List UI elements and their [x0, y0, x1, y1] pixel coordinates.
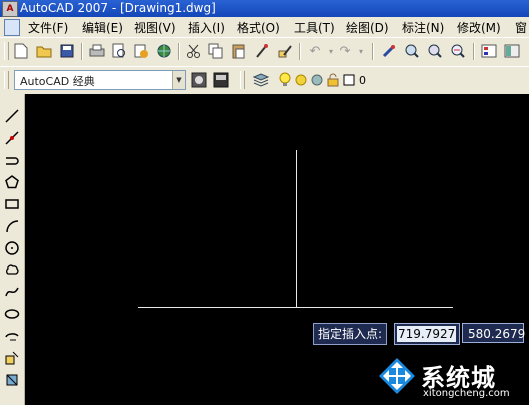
plot-preview-icon[interactable]	[110, 42, 128, 60]
dynamic-input-y-field[interactable]: 580.2679	[462, 323, 525, 343]
autocad-app-icon[interactable]: A	[2, 1, 18, 17]
menu-edit[interactable]: 编辑(E)	[82, 19, 123, 36]
open-folder-icon[interactable]	[35, 42, 53, 60]
window-title: AutoCAD 2007 - [Drawing1.dwg]	[20, 1, 216, 15]
design-center-icon[interactable]	[503, 42, 521, 60]
construction-line-icon[interactable]	[3, 129, 21, 147]
menu-dimension[interactable]: 标注(N)	[402, 19, 444, 36]
line-icon[interactable]	[3, 107, 21, 125]
layer-manager-icon[interactable]	[252, 71, 270, 89]
layer-name[interactable]: 0	[359, 74, 366, 87]
circle-icon[interactable]	[3, 239, 21, 257]
workspace-settings-icon[interactable]	[190, 71, 208, 89]
make-block-icon[interactable]	[3, 371, 21, 389]
save-icon[interactable]	[58, 42, 76, 60]
zoom-realtime-icon[interactable]	[403, 42, 421, 60]
insert-block-icon[interactable]	[3, 349, 21, 367]
menu-modify[interactable]: 修改(M)	[457, 19, 501, 36]
standard-toolbar: ↶ ▾ ↷ ▾	[0, 37, 529, 67]
revision-cloud-icon[interactable]	[3, 261, 21, 279]
block-editor-icon[interactable]	[276, 42, 294, 60]
properties-icon[interactable]	[480, 42, 498, 60]
toolbar-grip[interactable]	[240, 71, 245, 89]
watermark-logo-icon	[379, 358, 415, 394]
x-coordinate-value[interactable]: 719.7927	[397, 326, 457, 342]
paste-icon[interactable]	[230, 42, 248, 60]
menu-format[interactable]: 格式(O)	[237, 19, 280, 36]
menu-bar: 文件(F) 编辑(E) 视图(V) 插入(I) 格式(O) 工具(T) 绘图(D…	[0, 17, 529, 37]
toolbar-separator	[372, 43, 374, 60]
draw-toolbar	[0, 94, 25, 405]
ellipse-arc-icon[interactable]	[3, 327, 21, 345]
toolbar-separator	[178, 43, 180, 60]
match-properties-icon[interactable]	[253, 42, 271, 60]
menu-insert[interactable]: 插入(I)	[188, 19, 225, 36]
pan-icon[interactable]	[380, 42, 398, 60]
publish-icon[interactable]	[132, 42, 150, 60]
menu-draw[interactable]: 绘图(D)	[346, 19, 389, 36]
chevron-down-icon[interactable]: ▼	[172, 71, 185, 89]
menu-view[interactable]: 视图(V)	[134, 19, 176, 36]
workspace-save-icon[interactable]	[212, 71, 230, 89]
menu-window[interactable]: 窗	[515, 19, 527, 36]
cut-icon[interactable]	[185, 42, 203, 60]
rectangle-icon[interactable]	[3, 195, 21, 213]
toolbar-separator	[473, 43, 475, 60]
zoom-previous-icon[interactable]	[449, 42, 467, 60]
workspace-select[interactable]: AutoCAD 经典 ▼	[14, 70, 186, 90]
title-bar: A AutoCAD 2007 - [Drawing1.dwg]	[0, 0, 529, 17]
polygon-icon[interactable]	[3, 173, 21, 191]
redo-dropdown-icon[interactable]: ▾	[352, 42, 370, 60]
workspace-layers-toolbar: AutoCAD 经典 ▼ 0	[0, 66, 529, 95]
toolbar-grip[interactable]	[4, 42, 9, 60]
polyline-icon[interactable]	[3, 151, 21, 169]
toolbar-separator	[81, 43, 83, 60]
arc-icon[interactable]	[3, 217, 21, 235]
watermark: 系统城 xitongcheng.com	[375, 352, 529, 405]
toolbar-separator	[299, 43, 301, 60]
watermark-url: xitongcheng.com	[423, 388, 510, 399]
layer-color-swatch[interactable]	[340, 71, 358, 89]
menu-tools[interactable]: 工具(T)	[294, 19, 335, 36]
menu-file[interactable]: 文件(F)	[28, 19, 68, 36]
toolbar-grip[interactable]	[4, 71, 9, 89]
new-file-icon[interactable]	[12, 42, 30, 60]
crosshair-vertical	[296, 150, 297, 308]
dynamic-input-prompt: 指定插入点:	[313, 323, 388, 345]
print-icon[interactable]	[88, 42, 106, 60]
zoom-window-icon[interactable]	[426, 42, 444, 60]
ellipse-icon[interactable]	[3, 305, 21, 323]
dynamic-input-x-field[interactable]: 719.7927	[394, 323, 460, 345]
document-icon[interactable]	[4, 19, 20, 36]
etransmit-icon[interactable]	[155, 42, 173, 60]
spline-icon[interactable]	[3, 283, 21, 301]
workspace-value: AutoCAD 经典	[20, 75, 95, 88]
copy-icon[interactable]	[207, 42, 225, 60]
